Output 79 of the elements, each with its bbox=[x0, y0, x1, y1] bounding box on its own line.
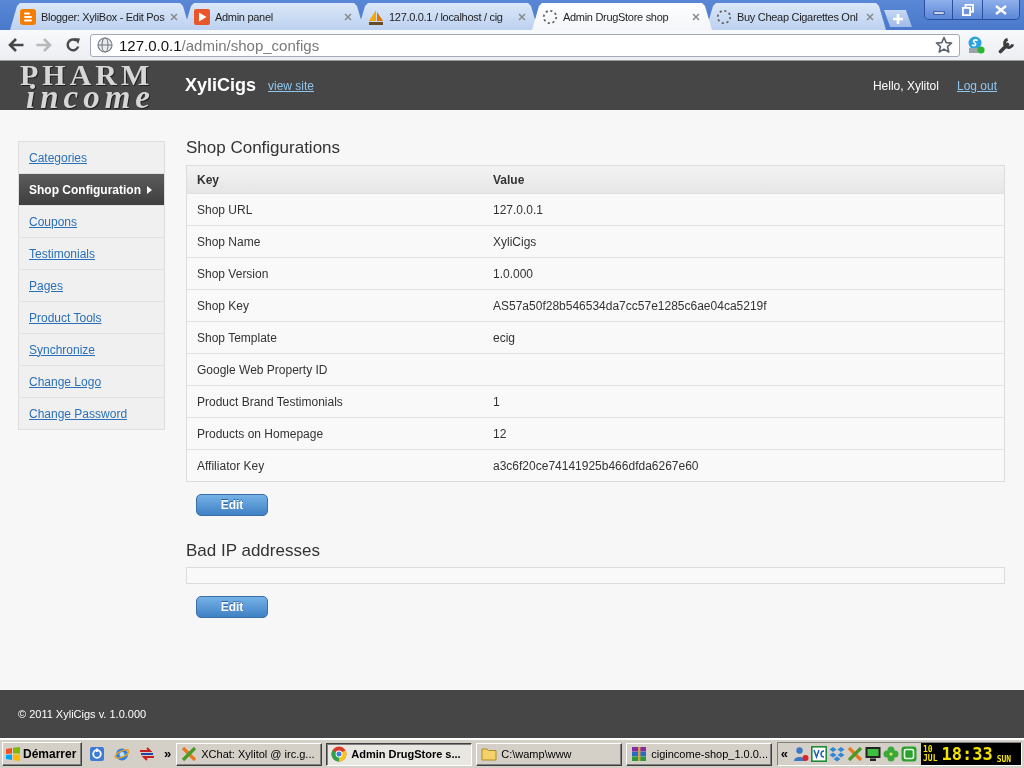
folder-icon bbox=[481, 746, 498, 762]
close-icon[interactable] bbox=[518, 12, 526, 21]
restore-icon bbox=[961, 3, 974, 16]
loading-spinner-icon bbox=[542, 8, 558, 25]
table-cell-text: a3c6f20ce74141925b466dfda6267e60 bbox=[492, 457, 700, 475]
taskbar-button[interactable]: cigincome-shop_1.0.0... bbox=[626, 742, 773, 766]
table-cell-text: Affiliator Key bbox=[196, 457, 266, 475]
minimize-icon bbox=[932, 10, 945, 15]
person-icon[interactable] bbox=[793, 746, 809, 762]
monitor-icon[interactable] bbox=[865, 746, 881, 762]
copyright-text: © 2011 XyliCigs v. 1.0.000 bbox=[18, 708, 147, 720]
table-cell-text: ecig bbox=[492, 329, 516, 347]
back-icon[interactable] bbox=[7, 37, 25, 53]
address-field[interactable]: 127.0.0.1/admin/shop_configs bbox=[90, 33, 960, 57]
logo: PHARM income bbox=[20, 63, 156, 108]
table-cell-text: 1 bbox=[492, 393, 501, 411]
table-cell-text: Shop Template bbox=[196, 329, 278, 347]
close-icon[interactable] bbox=[692, 12, 700, 21]
reload-icon[interactable] bbox=[65, 37, 81, 53]
sidebar-item[interactable]: Shop Configuration bbox=[19, 173, 164, 205]
table-header-cell-text: Value bbox=[492, 171, 526, 189]
expand-tray-button[interactable]: « bbox=[780, 747, 788, 761]
table-header-cell-text: Key bbox=[196, 171, 220, 189]
more-button[interactable]: » bbox=[164, 747, 172, 761]
framed-tile-icon[interactable] bbox=[811, 746, 827, 762]
close-icon bbox=[995, 4, 1007, 15]
table-cell-text: Product Brand Testimonials bbox=[196, 393, 344, 411]
table-cell-text: Google Web Property ID bbox=[196, 361, 329, 379]
ring-globe-icon[interactable] bbox=[114, 746, 130, 762]
section-title: Shop Configurations bbox=[186, 138, 341, 158]
close-icon[interactable] bbox=[866, 12, 874, 21]
square-favicon-icon bbox=[20, 8, 36, 25]
play-favicon-icon bbox=[194, 8, 210, 25]
transfer-icon[interactable] bbox=[139, 746, 155, 762]
tile-icon[interactable] bbox=[901, 746, 917, 762]
cloud-badge-icon[interactable] bbox=[967, 36, 985, 54]
sail-favicon-icon bbox=[368, 8, 384, 25]
loading-spinner-icon bbox=[716, 8, 732, 25]
browser-tab[interactable]: Admin DrugStore shop bbox=[532, 3, 712, 30]
site-name: XyliCigs bbox=[185, 75, 257, 96]
table-cell-text: AS57a50f28b546534da7cc57e1285c6ae04ca5219f bbox=[492, 297, 768, 315]
forward-icon[interactable] bbox=[35, 37, 53, 53]
table-cell-text: 12 bbox=[492, 425, 508, 443]
close-icon[interactable] bbox=[344, 12, 352, 21]
clock-day: 10 bbox=[923, 745, 938, 754]
clock-weekday: SUN bbox=[996, 755, 1012, 764]
books-stack-icon bbox=[631, 746, 648, 762]
circle-logo-icon bbox=[331, 746, 348, 762]
globe-icon bbox=[97, 37, 113, 53]
table-cell-text: Products on Homepage bbox=[196, 425, 325, 443]
start-button[interactable]: Démarrer bbox=[2, 742, 82, 766]
logout-link[interactable]: Log out bbox=[956, 78, 997, 93]
app-icon[interactable] bbox=[89, 746, 105, 762]
table-cell-text: XyliCigs bbox=[492, 233, 538, 251]
taskbar-button[interactable]: Admin DrugStore s... bbox=[326, 742, 473, 766]
taskbar-button[interactable]: C:\wamp\www bbox=[476, 742, 623, 766]
view-site-link[interactable]: view site bbox=[268, 78, 315, 93]
new-tab-button[interactable] bbox=[884, 10, 912, 27]
close-icon[interactable] bbox=[170, 12, 178, 21]
table-cell-text: Shop Version bbox=[196, 265, 270, 283]
star-icon[interactable] bbox=[935, 36, 953, 54]
minimize-button[interactable] bbox=[925, 0, 952, 19]
crossed-x-icon bbox=[181, 746, 198, 762]
wrench-icon[interactable] bbox=[998, 36, 1016, 54]
plus-icon bbox=[893, 13, 903, 24]
table-cell-text: Shop URL bbox=[196, 201, 254, 219]
restore-button[interactable] bbox=[952, 0, 982, 19]
clock-time: 18:33 bbox=[941, 744, 993, 764]
greeting-text: Hello, Xylitol bbox=[872, 78, 939, 93]
close-window-button[interactable] bbox=[982, 0, 1019, 19]
section-title: Bad IP addresses bbox=[186, 541, 320, 561]
caret-icon bbox=[147, 185, 152, 194]
windows-flag-icon bbox=[5, 746, 21, 762]
clock-month: JUL bbox=[923, 754, 938, 763]
table-cell-text: 127.0.0.1 bbox=[492, 201, 545, 219]
taskbar-button[interactable]: XChat: Xylitol @ irc.g... bbox=[176, 742, 323, 766]
table-cell-text: Shop Key bbox=[196, 297, 251, 315]
table-cell-text: 1.0.000 bbox=[492, 265, 535, 283]
table-cell-text: Shop Name bbox=[196, 233, 262, 251]
